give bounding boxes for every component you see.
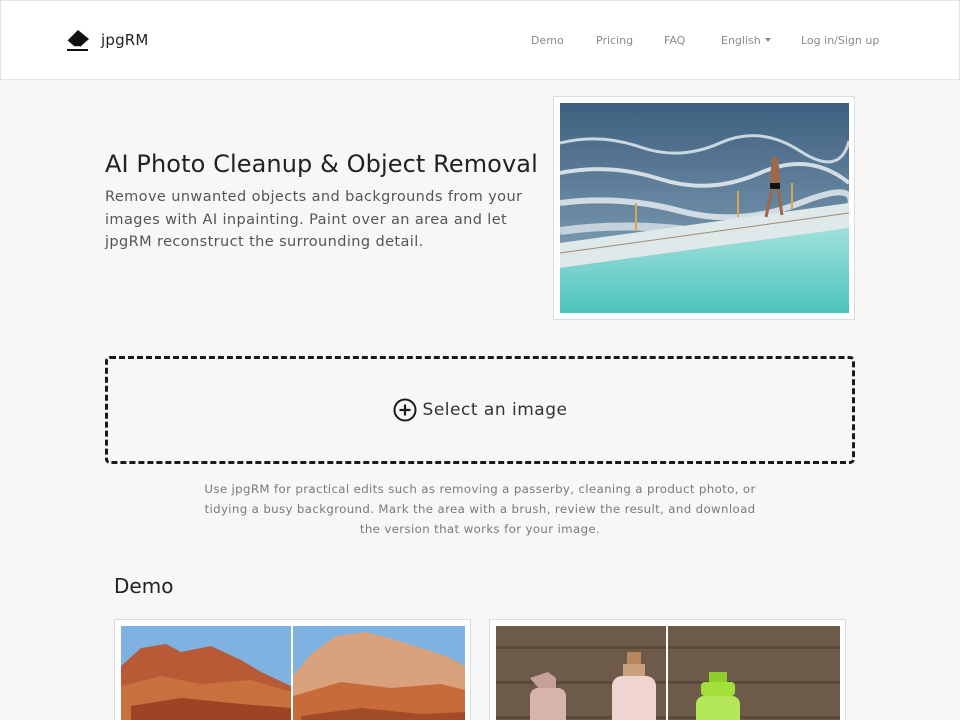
nav-demo-link[interactable]: Demo [531, 34, 564, 47]
image-upload-dropzone[interactable]: Select an image [105, 356, 855, 464]
product-comparison-image [496, 626, 840, 720]
hero-sea-pool-image [560, 103, 849, 313]
demo-card-landscape[interactable] [114, 619, 471, 720]
hero-description: Remove unwanted objects and backgrounds … [105, 189, 523, 250]
brand-logo[interactable]: jpgRM [65, 28, 149, 52]
nav-faq-link[interactable]: FAQ [664, 34, 685, 47]
hero-title: AI Photo Cleanup & Object Removal [105, 150, 538, 178]
login-signup-link[interactable]: Log in/Sign up [801, 34, 879, 47]
demo-card-product[interactable] [489, 619, 846, 720]
brand-name: jpgRM [101, 31, 149, 49]
nav-pricing-link[interactable]: Pricing [596, 34, 633, 47]
landscape-comparison-image [121, 626, 465, 720]
helper-text: Use jpgRM for practical edits such as re… [204, 482, 756, 536]
select-image-label: Select an image [422, 400, 568, 420]
hero-image-frame [553, 96, 855, 320]
language-label: English [721, 34, 761, 47]
caret-down-icon [764, 38, 771, 42]
language-dropdown[interactable]: English [721, 34, 771, 47]
top-navbar: jpgRM Demo Pricing FAQ English Log in/Si… [0, 0, 960, 80]
plus-circle-icon [393, 398, 417, 422]
demo-section-title: Demo [114, 574, 174, 598]
eraser-icon [66, 30, 89, 51]
